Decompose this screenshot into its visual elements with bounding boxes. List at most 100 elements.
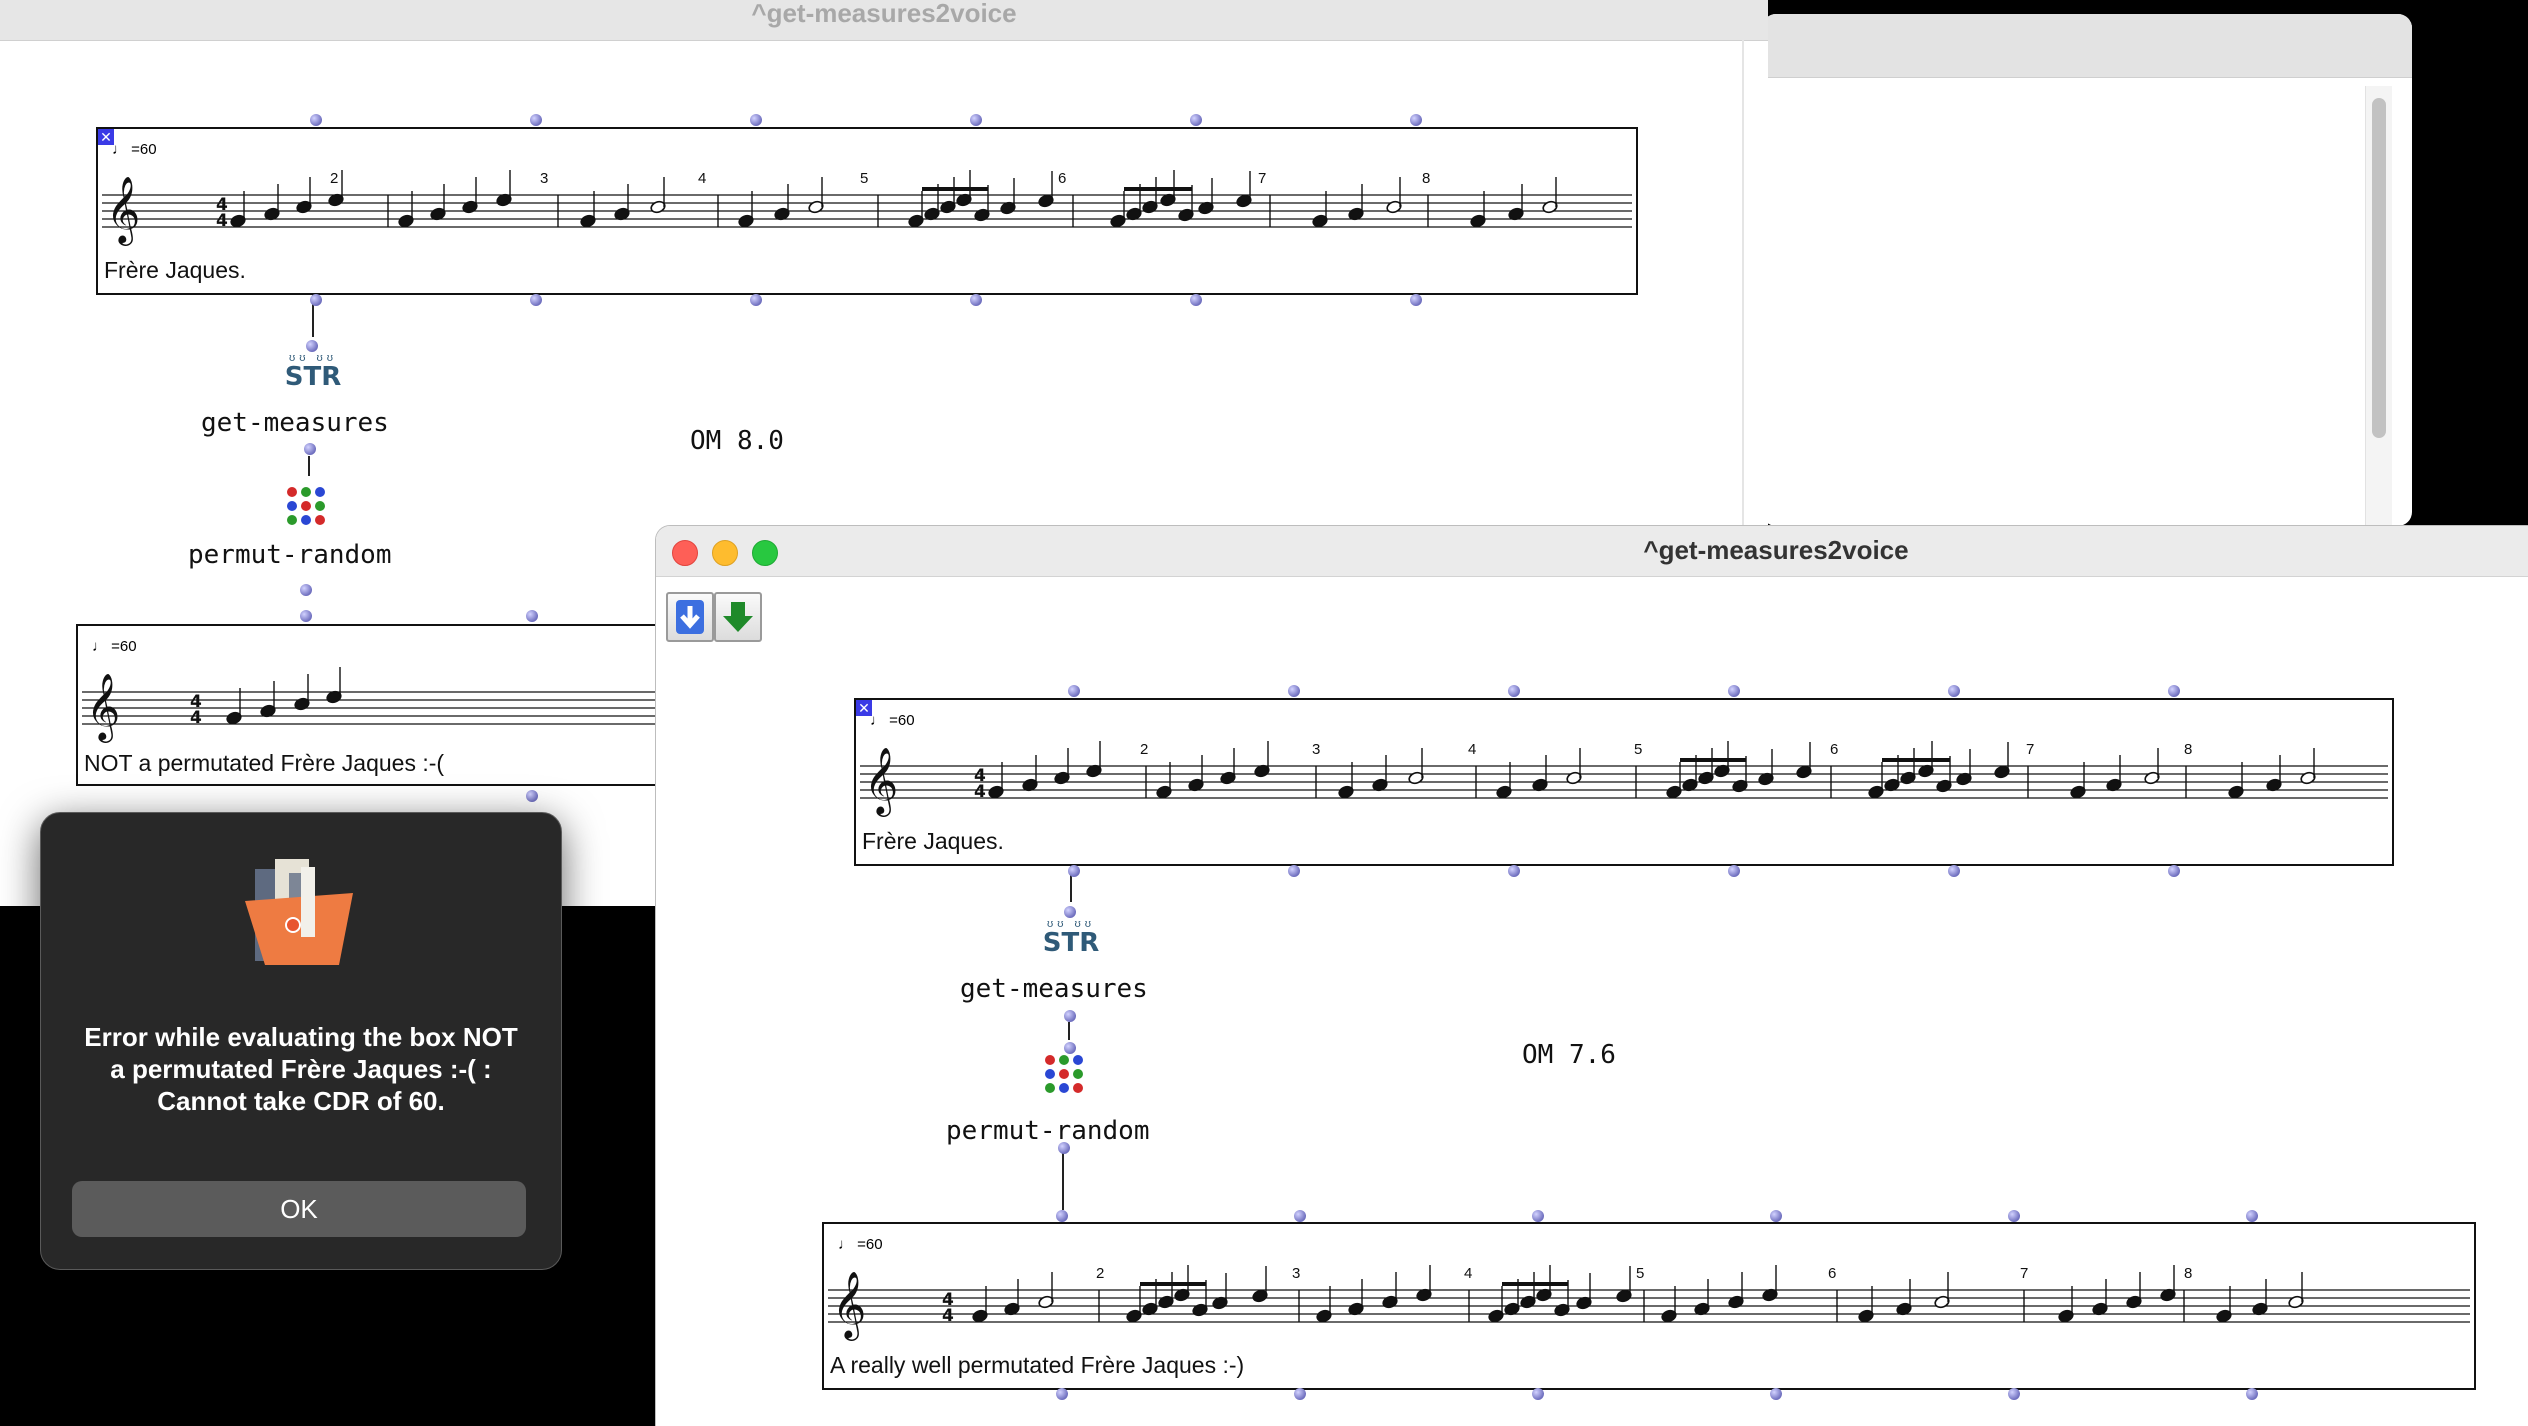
outlet-dot[interactable]	[1294, 1388, 1306, 1400]
import-button[interactable]	[666, 592, 714, 642]
permut-random-icon[interactable]	[284, 484, 334, 530]
om8-score-frere-jaques[interactable]: 𝄞 4 4 2 3 4 5 6 7 8 ♩ =60 ✕ Frère Jaques.	[96, 127, 1638, 295]
inlet-dot[interactable]	[1294, 1210, 1306, 1222]
inlet-dot[interactable]	[310, 114, 322, 126]
inlet-dot[interactable]	[530, 114, 542, 126]
outlet-dot[interactable]	[1058, 1142, 1070, 1154]
inlet-dot[interactable]	[2008, 1210, 2020, 1222]
inlet-dot[interactable]	[1770, 1210, 1782, 1222]
score-caption: Frère Jaques.	[862, 828, 1004, 854]
outlet-dot[interactable]	[310, 294, 322, 306]
scrollbar-thumb[interactable]	[2372, 98, 2386, 438]
str-icon: STR	[284, 362, 342, 392]
outlet-dot[interactable]	[1190, 294, 1202, 306]
outlet-dot[interactable]	[1532, 1388, 1544, 1400]
inlet-dot[interactable]	[1532, 1210, 1544, 1222]
outlet-dot[interactable]	[1056, 1388, 1068, 1400]
measure-number: 5	[1634, 741, 1642, 758]
outlet-dot[interactable]	[1508, 865, 1520, 877]
inlet-dot[interactable]	[1056, 1210, 1068, 1222]
background-window-scrollbar[interactable]	[2365, 86, 2392, 526]
om76-score-frere-jaques[interactable]: 𝄞 4 4 2 3 4 5 6 7 8 ♩ =60 ✕ Frère Jaques.	[854, 698, 2394, 866]
inlet-dot[interactable]	[1064, 906, 1076, 918]
outlet-dot[interactable]	[1068, 865, 1080, 877]
permut-random-label[interactable]: permut-random	[946, 1116, 1150, 1146]
tempo-value: =60	[889, 712, 915, 729]
measure-number: 3	[540, 170, 548, 187]
om76-patch-window: ^get-measures2voice 𝄞 4 4 2 3 4 5 6 7 8 ♩ =60 ✕ F…	[656, 526, 2528, 1426]
outlet-dot[interactable]	[1948, 865, 1960, 877]
time-signature: 4	[974, 782, 986, 802]
om76-titlebar[interactable]: ^get-measures2voice	[656, 526, 2528, 577]
selection-handle-icon[interactable]: ✕	[98, 129, 114, 145]
time-signature: 4	[190, 708, 202, 728]
outlet-dot[interactable]	[1728, 865, 1740, 877]
treble-clef-icon: 𝄞	[86, 672, 120, 743]
inlet-dot[interactable]	[1068, 685, 1080, 697]
outlet-dot[interactable]	[530, 294, 542, 306]
om76-score-permutated[interactable]: 𝄞 4 4 2 3 4 5 6 7 8 ♩ =60 A really well permutate…	[822, 1222, 2476, 1390]
om8-titlebar[interactable]: ^get-measures2voice	[0, 0, 1768, 41]
outlet-dot[interactable]	[304, 443, 316, 455]
outlet-dot[interactable]	[750, 294, 762, 306]
permut-random-label[interactable]: permut-random	[188, 540, 392, 570]
error-message: Error while evaluating the box NOT a per…	[84, 1022, 518, 1116]
inlet-dot[interactable]	[306, 340, 318, 352]
measure-number: 3	[1292, 1265, 1300, 1282]
measure-number: 4	[1464, 1265, 1472, 1282]
inlet-dot[interactable]	[1064, 1042, 1076, 1054]
inlet-dot[interactable]	[1288, 685, 1300, 697]
get-measures-label[interactable]: get-measures	[201, 408, 389, 438]
measure-number: 6	[1828, 1265, 1836, 1282]
background-window	[1762, 14, 2412, 526]
inlet-dot[interactable]	[1728, 685, 1740, 697]
get-measures-label[interactable]: get-measures	[960, 974, 1148, 1004]
tempo-value: =60	[857, 1236, 883, 1253]
score-caption: Frère Jaques.	[104, 257, 246, 283]
permut-random-icon[interactable]	[1042, 1052, 1092, 1098]
inlet-dot[interactable]	[970, 114, 982, 126]
get-measures-icon[interactable]: ʊʊ ʊʊ STR	[1040, 918, 1102, 968]
outlet-dot[interactable]	[300, 610, 312, 622]
outlet-dot[interactable]	[2008, 1388, 2020, 1400]
outlet-dot[interactable]	[1410, 294, 1422, 306]
measure-number: 6	[1058, 170, 1066, 187]
outlet-dot[interactable]	[970, 294, 982, 306]
tempo-marking: ♩ =60	[838, 1236, 883, 1253]
staff-notation: 𝄞 442 3 4 5 6 7 8	[102, 170, 1632, 246]
measure-number: 4	[1468, 741, 1476, 758]
patch-connection[interactable]	[308, 456, 310, 476]
tempo-marking: ♩ =60	[92, 638, 137, 655]
patch-connection[interactable]	[1062, 1152, 1064, 1210]
get-measures-icon[interactable]: ʊʊ ʊʊ STR	[282, 352, 344, 402]
inlet-dot[interactable]	[300, 584, 312, 596]
measure-number: 7	[2026, 741, 2034, 758]
inlet-dot[interactable]	[1190, 114, 1202, 126]
inlet-dot[interactable]	[1508, 685, 1520, 697]
ok-button[interactable]: OK	[72, 1181, 526, 1237]
background-window-titlebar[interactable]	[1762, 14, 2412, 78]
inlet-dot[interactable]	[2246, 1210, 2258, 1222]
export-button[interactable]	[714, 592, 762, 642]
selection-handle-icon[interactable]: ✕	[856, 700, 872, 716]
measure-number: 7	[2020, 1265, 2028, 1282]
outlet-dot[interactable]	[2168, 865, 2180, 877]
outlet-dot[interactable]	[1288, 865, 1300, 877]
outlet-dot[interactable]	[526, 790, 538, 802]
treble-clef-icon: 𝄞	[106, 175, 140, 246]
outlet-dot[interactable]	[1064, 1010, 1076, 1022]
outlet-dot[interactable]	[2246, 1388, 2258, 1400]
patch-connection[interactable]	[1068, 1022, 1070, 1040]
measure-number: 7	[1258, 170, 1266, 187]
measure-number: 2	[1096, 1265, 1104, 1282]
inlet-dot[interactable]	[1948, 685, 1960, 697]
measure-number: 5	[1636, 1265, 1644, 1282]
inlet-dot[interactable]	[2168, 685, 2180, 697]
treble-clef-icon: 𝄞	[864, 746, 898, 817]
measure-number: 5	[860, 170, 868, 187]
outlet-dot[interactable]	[1770, 1388, 1782, 1400]
error-dialog: Error while evaluating the box NOT a per…	[40, 812, 562, 1270]
inlet-dot[interactable]	[526, 610, 538, 622]
inlet-dot[interactable]	[1410, 114, 1422, 126]
inlet-dot[interactable]	[750, 114, 762, 126]
